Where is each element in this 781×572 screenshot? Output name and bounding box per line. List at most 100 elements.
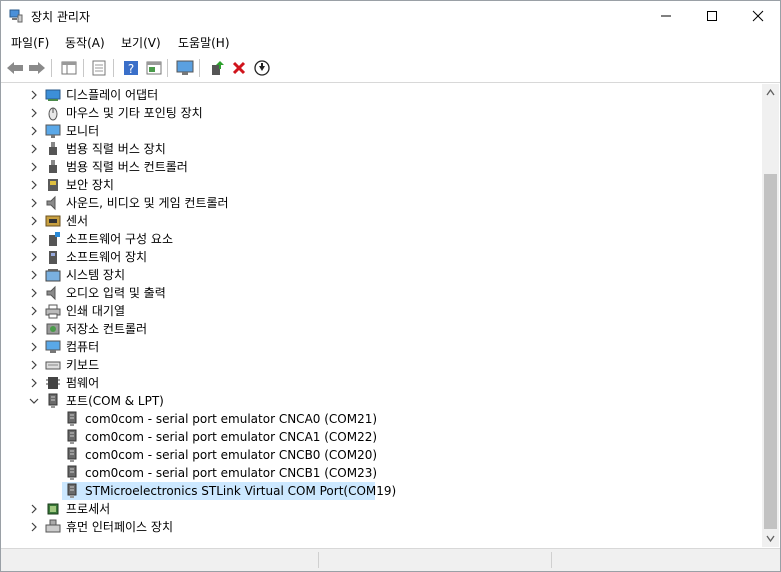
chevron-down-icon[interactable] [29,395,39,407]
tree-item-label: 시스템 장치 [66,268,126,282]
uninstall-button[interactable] [229,58,249,78]
chevron-right-icon[interactable] [29,305,39,317]
close-button[interactable] [735,1,780,31]
storage-controller-icon [46,323,60,335]
tree-item-label: 컴퓨터 [66,340,100,354]
tree-category-row[interactable]: 범용 직렬 버스 장치 [5,140,761,158]
tree-category-row[interactable]: 컴퓨터 [5,338,761,356]
tree-category-row[interactable]: 범용 직렬 버스 컨트롤러 [5,158,761,176]
chevron-right-icon[interactable] [29,359,39,371]
update-driver-icon [212,61,224,75]
scrollbar-thumb[interactable] [764,174,777,529]
action-pane-button[interactable] [144,58,164,78]
speaker-icon [46,285,56,301]
device-manager-icon [9,9,23,23]
chevron-right-icon[interactable] [29,269,39,281]
tree-category-row[interactable]: 모니터 [5,122,761,140]
help-button[interactable]: ? [121,58,141,78]
console-icon [92,60,106,76]
chevron-right-icon[interactable] [29,197,39,209]
tree-category-row[interactable]: 휴먼 인터페이스 장치 [5,518,761,536]
tree-category-row[interactable]: 펌웨어 [5,374,761,392]
printer-icon [45,304,61,319]
status-cell-tertiary [554,552,776,568]
port-icon [67,429,77,444]
tree-item-label: 키보드 [66,358,100,372]
tree-item-label: 보안 장치 [66,178,114,192]
tree-item-label: 사운드, 비디오 및 게임 컨트롤러 [66,196,229,210]
tree-category-row[interactable]: 보안 장치 [5,176,761,194]
software-device-icon [49,251,57,264]
tree-category-row[interactable]: 소프트웨어 장치 [5,248,761,266]
back-button[interactable] [5,58,25,78]
title-bar[interactable]: 장치 관리자 [1,1,780,31]
maximize-button[interactable] [689,1,735,31]
chevron-right-icon[interactable] [29,323,39,335]
menu-action[interactable]: 동작(A) [65,34,105,51]
tree-device-row[interactable]: STMicroelectronics STLink Virtual COM Po… [5,482,761,500]
menu-view[interactable]: 보기(V) [121,34,161,51]
menu-bar: 파일(F) 동작(A) 보기(V) 도움말(H) [1,31,780,53]
minimize-button[interactable] [643,1,689,31]
tree-item-label: 센서 [66,214,89,228]
chevron-right-icon[interactable] [29,89,39,101]
chevron-right-icon[interactable] [29,125,39,137]
menu-file[interactable]: 파일(F) [11,34,49,51]
menu-help[interactable]: 도움말(H) [178,34,230,51]
scroll-down-icon[interactable] [762,530,779,547]
tree-category-row[interactable]: 저장소 컨트롤러 [5,320,761,338]
chevron-right-icon[interactable] [29,107,39,119]
chevron-right-icon[interactable] [29,215,39,227]
chevron-right-icon[interactable] [29,521,39,533]
tree-item-label: com0com - serial port emulator CNCB1 (CO… [85,466,378,480]
processor-icon [47,503,59,515]
properties-pane-button[interactable] [59,58,79,78]
close-icon [752,10,764,22]
tree-category-row[interactable]: 센서 [5,212,761,230]
chevron-right-icon[interactable] [29,341,39,353]
chevron-right-icon[interactable] [29,377,39,389]
tree-device-row[interactable]: com0com - serial port emulator CNCA1 (CO… [5,428,761,446]
maximize-icon [707,11,717,21]
tree-category-row[interactable]: 포트(COM & LPT) [5,392,761,410]
tree-category-row[interactable]: 소프트웨어 구성 요소 [5,230,761,248]
tree-device-row[interactable]: com0com - serial port emulator CNCB0 (CO… [5,446,761,464]
tree-category-row[interactable]: 디스플레이 어댑터 [5,86,761,104]
download-button[interactable] [252,58,272,78]
tree-category-row[interactable]: 시스템 장치 [5,266,761,284]
monitor-icon [176,60,194,75]
tree-item-label: 모니터 [66,124,100,138]
chevron-right-icon[interactable] [29,503,39,515]
minimize-icon [661,15,671,17]
tree-item-label: com0com - serial port emulator CNCB0 (CO… [85,448,378,462]
tree-category-row[interactable]: 오디오 입력 및 출력 [5,284,761,302]
chevron-right-icon[interactable] [29,287,39,299]
tree-category-row[interactable]: 프로세서 [5,500,761,518]
vertical-scrollbar[interactable] [762,84,779,547]
forward-button[interactable] [27,58,47,78]
port-icon [48,393,58,408]
update-driver-button[interactable] [207,58,227,78]
tree-category-row[interactable]: 사운드, 비디오 및 게임 컨트롤러 [5,194,761,212]
tree-device-row[interactable]: com0com - serial port emulator CNCA0 (CO… [5,410,761,428]
tree-device-row[interactable]: com0com - serial port emulator CNCB1 (CO… [5,464,761,482]
port-icon [67,465,77,480]
help-icon: ? [124,61,138,76]
scroll-up-icon[interactable] [762,84,779,101]
scan-hardware-button[interactable] [175,58,195,78]
tree-category-row[interactable]: 마우스 및 기타 포인팅 장치 [5,104,761,122]
tree-item-label: 오디오 입력 및 출력 [66,286,166,300]
tree-category-row[interactable]: 인쇄 대기열 [5,302,761,320]
tree-item-label: com0com - serial port emulator CNCA1 (CO… [85,430,378,444]
console-button[interactable] [89,58,109,78]
device-tree[interactable]: 디스플레이 어댑터 마우스 및 기타 포인팅 장치모니터범용 직렬 버스 장치범용… [5,84,761,546]
chevron-right-icon[interactable] [29,143,39,155]
chevron-right-icon[interactable] [29,161,39,173]
properties-pane-icon [61,61,77,75]
tree-item-label: 범용 직렬 버스 컨트롤러 [66,160,188,174]
tree-item-label: 저장소 컨트롤러 [66,322,148,336]
tree-category-row[interactable]: 키보드 [5,356,761,374]
chevron-right-icon[interactable] [29,179,39,191]
chevron-right-icon[interactable] [29,251,39,263]
chevron-right-icon[interactable] [29,233,39,245]
